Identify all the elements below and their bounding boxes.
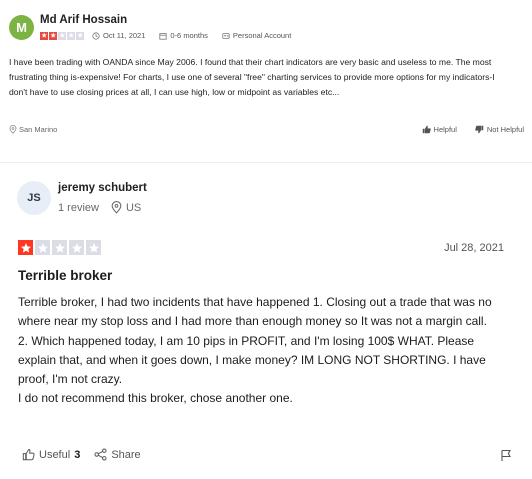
review-body: Terrible broker, I had two incidents tha… [18,293,508,409]
location-pin-icon [9,125,17,134]
helpful-label: Helpful [433,125,457,134]
useful-label: Useful [39,448,71,461]
star-empty-icon [58,31,66,40]
country-text: US [125,201,142,214]
star-empty-icon [52,240,67,255]
reviewer-country: US [111,201,141,214]
account-type-text: Personal Account [232,31,292,40]
review-date-text: Oct 11, 2021 [103,31,146,40]
trading-duration: 0-6 months [159,31,208,40]
reviewer-name[interactable]: jeremy schubert [58,182,147,194]
review-actions: Useful 3 Share [22,448,141,461]
review-date: Jul 28, 2021 [444,242,504,254]
helpful-button[interactable]: Helpful [422,125,457,134]
location-pin-icon [111,201,122,214]
account-icon [222,32,230,39]
review-body: I have been trading with OANDA since May… [9,57,495,97]
review-title: Terrible broker [18,268,113,283]
review-actions: Helpful Not Helpful [422,125,524,134]
share-icon [94,448,107,461]
star-filled-icon [18,240,33,255]
share-label: Share [111,448,141,461]
review-paragraph: Terrible broker, I had two incidents tha… [18,295,492,329]
star-empty-icon [86,240,101,255]
star-rating [40,31,84,40]
avatar-initial: M [16,20,27,35]
not-helpful-label: Not Helpful [486,125,524,134]
useful-button[interactable]: Useful 3 [22,448,80,461]
avatar[interactable]: JS [17,181,51,215]
thumbs-up-icon [422,125,431,134]
thumbs-up-icon [22,449,35,461]
review-meta: Oct 11, 2021 0-6 months Personal Account [40,31,305,40]
avatar-initials: JS [27,192,41,204]
star-empty-icon [69,240,84,255]
star-empty-icon [76,31,84,40]
review-paragraph: 2. Which happened today, I am 10 pips in… [18,333,486,387]
review-date: Oct 11, 2021 [92,31,145,40]
review-paragraph: I do not recommend this broker, chose an… [18,391,293,406]
clock-icon [92,31,100,40]
review-count: 1 review [58,201,99,214]
star-empty-icon [67,31,75,40]
calendar-icon [159,32,167,40]
review-divider [0,162,532,163]
report-flag-button[interactable] [500,449,512,467]
useful-count: 3 [74,448,81,461]
not-helpful-button[interactable]: Not Helpful [475,125,524,134]
account-type: Personal Account [222,31,291,40]
share-button[interactable]: Share [94,448,141,461]
review-location: San Marino [9,125,57,134]
trading-duration-text: 0-6 months [170,31,208,40]
star-rating [18,240,101,255]
reviewer-name[interactable]: Md Arif Hossain [40,14,127,26]
location-text: San Marino [19,125,58,134]
star-filled-icon [40,31,48,40]
flag-icon [501,449,511,461]
thumbs-down-icon [475,125,484,134]
star-empty-icon [35,240,50,255]
avatar[interactable]: M [9,15,34,40]
star-filled-icon [49,31,57,40]
reviewer-meta: 1 review US [58,201,141,214]
